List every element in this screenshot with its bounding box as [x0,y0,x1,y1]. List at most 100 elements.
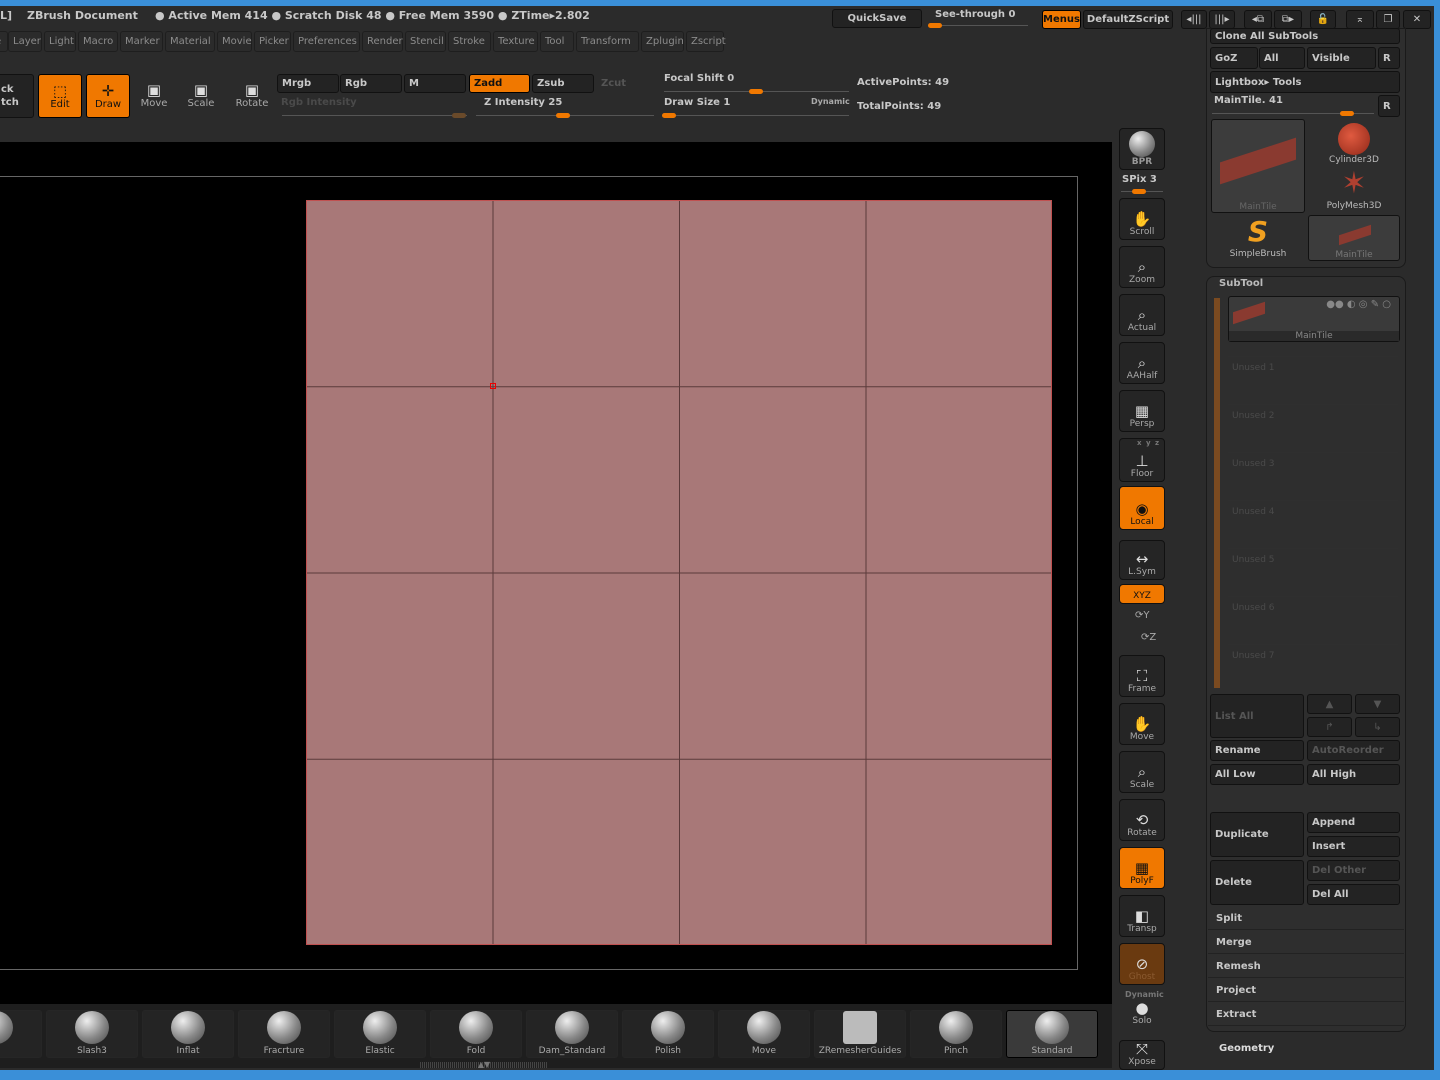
actual-button[interactable]: ⌕ Actual [1119,294,1165,336]
prev-layout-icon[interactable]: ◂⧉ [1244,10,1272,29]
arrow-down-icon[interactable]: ▼ [1355,694,1400,714]
brush-standard[interactable]: Standard [1006,1010,1098,1058]
brush-dam_standard[interactable]: Dam_Standard [526,1010,618,1058]
list-all-button[interactable]: List All [1210,694,1304,738]
subtool-slot-unused[interactable]: Unused 1 [1228,356,1398,400]
menus-button[interactable]: Menus [1042,10,1081,29]
menu-zplugin[interactable]: Zplugin [641,31,684,52]
rgb-button[interactable]: Rgb [340,74,402,93]
move-up-icon[interactable]: ↱ [1307,717,1352,737]
menu-macro[interactable]: Macro [78,31,118,52]
subtool-title[interactable]: SubTool [1219,278,1263,289]
subtool-slot-unused[interactable]: Unused 7 [1228,644,1398,688]
rename-button[interactable]: Rename [1210,740,1304,761]
quicksave-button[interactable]: QuickSave [832,9,922,28]
spix-slider[interactable] [1121,189,1163,194]
menu-marker[interactable]: Marker [120,31,163,52]
mrgb-button[interactable]: Mrgb [277,74,339,93]
maintile-r-button[interactable]: R [1378,95,1400,117]
next-layout-icon[interactable]: ⧉▸ [1274,10,1302,29]
project-section[interactable]: Project [1208,980,1404,1002]
quick-sketch-button[interactable]: ck tch [0,74,34,118]
close-icon[interactable]: ✕ [1403,10,1431,29]
arrow-up-icon[interactable]: ▲ [1307,694,1352,714]
restore-icon[interactable]: ❐ [1376,10,1400,29]
frame-button[interactable]: ⛶ Frame [1119,655,1165,697]
canvas[interactable] [0,142,1112,1004]
merge-section[interactable]: Merge [1208,932,1404,954]
append-button[interactable]: Append [1307,812,1400,833]
brush-pinch[interactable]: Pinch [910,1010,1002,1058]
move-button[interactable]: ▣ Move [138,82,170,109]
subtool-slot-unused[interactable]: Unused 5 [1228,548,1398,592]
goz-visible-button[interactable]: Visible [1307,47,1376,69]
subtool-item-maintile[interactable]: ●● ◐ ◎ ✎ ○ MainTile [1228,296,1400,342]
aahalf-button[interactable]: ⌕ AAHalf [1119,342,1165,384]
default-zscript-button[interactable]: DefaultZScript [1083,10,1173,29]
menu-texture[interactable]: Texture [493,31,538,52]
del-all-button[interactable]: Del All [1307,884,1400,905]
all-high-button[interactable]: All High [1307,764,1400,785]
draw-size-slider[interactable] [662,113,849,118]
split-section[interactable]: Split [1208,908,1404,930]
scale-button[interactable]: ⌕ Scale [1119,751,1165,793]
edit-button[interactable]: ⬚ Edit [38,74,82,118]
see-through-slider[interactable] [928,23,1028,28]
brush-move[interactable]: Move [718,1010,810,1058]
menu-e[interactable]: e [0,31,8,52]
local-button[interactable]: ◉ Local [1119,486,1165,530]
menu-material[interactable]: Material [165,31,215,52]
zcut-button[interactable]: Zcut [596,74,656,93]
menu-stencil[interactable]: Stencil [405,31,446,52]
bpr-button[interactable]: BPR [1119,128,1165,170]
all-low-button[interactable]: All Low [1210,764,1304,785]
brush-slash3[interactable]: Slash3 [46,1010,138,1058]
tool-thumb-simplebrush[interactable]: S SimpleBrush [1211,215,1305,261]
del-other-button[interactable]: Del Other [1307,860,1400,881]
brush-y[interactable]: y [0,1010,42,1058]
zoom-button[interactable]: ⌕ Zoom [1119,246,1165,288]
rotate-button[interactable]: ⟲ Rotate [1119,799,1165,841]
menu-movie[interactable]: Movie [217,31,252,52]
subtool-scrollbar[interactable] [1214,298,1220,688]
rgb-intensity-slider[interactable] [282,113,467,118]
menu-render[interactable]: Render [362,31,403,52]
goz-r-button[interactable]: R [1378,47,1400,69]
xyz-button[interactable]: XYZ [1119,584,1165,604]
dynamic-toggle[interactable]: Dynamic [811,97,850,106]
xpose-button[interactable]: ⤧ Xpose [1119,1040,1165,1070]
floor-axes-toggle[interactable]: x y z [1137,439,1160,447]
ghost-button[interactable]: ⊘ Ghost [1119,943,1165,985]
m-button[interactable]: M [404,74,466,93]
lightbox-tools-button[interactable]: Lightbox▸ Tools [1210,71,1400,93]
subtool-slot-unused[interactable]: Unused 2 [1228,404,1398,448]
rotate-z-icon[interactable]: ⟳Z [1141,632,1156,643]
draw-button[interactable]: ✛ Draw [86,74,130,118]
menu-zscript[interactable]: Zscript [686,31,726,52]
shrink-icon[interactable]: ◂||| [1181,10,1207,29]
brush-zremesherguides[interactable]: ZRemesherGuides [814,1010,906,1058]
move-down-icon[interactable]: ↳ [1355,717,1400,737]
menu-preferences[interactable]: Preferences [293,31,360,52]
brush-elastic[interactable]: Elastic [334,1010,426,1058]
geometry-header[interactable]: Geometry [1219,1043,1274,1054]
brush-inflat[interactable]: Inflat [142,1010,234,1058]
lock-icon[interactable]: 🔓 [1310,10,1336,29]
menu-layer[interactable]: Layer [8,31,42,52]
goz-button[interactable]: GoZ [1210,47,1258,69]
clone-all-subtools-button[interactable]: Clone All SubTools [1210,28,1400,44]
expand-icon[interactable]: |||▸ [1209,10,1235,29]
duplicate-button[interactable]: Duplicate [1210,812,1304,857]
focal-shift-slider[interactable] [664,89,849,94]
insert-button[interactable]: Insert [1307,836,1400,857]
menu-transform[interactable]: Transform [576,31,639,52]
solo-button[interactable]: ● Solo [1119,998,1165,1028]
zadd-button[interactable]: Zadd [469,74,530,93]
menu-tool[interactable]: Tool [540,31,574,52]
subtool-slot-unused[interactable]: Unused 6 [1228,596,1398,640]
remesh-section[interactable]: Remesh [1208,956,1404,978]
scroll-button[interactable]: ✋ Scroll [1119,198,1165,240]
minimize-icon[interactable]: ⌅ [1346,10,1374,29]
autoreorder-button[interactable]: AutoReorder [1307,740,1400,761]
goz-all-button[interactable]: All [1259,47,1305,69]
